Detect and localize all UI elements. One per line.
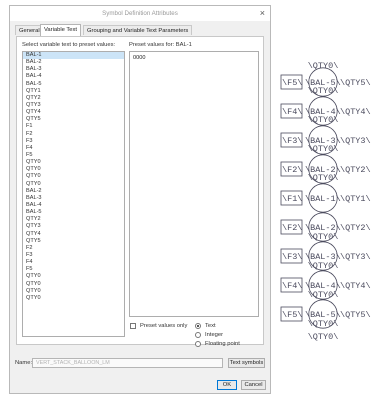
balloon-qty-label: \QTY2\ bbox=[340, 223, 371, 233]
balloon-qty-label: \QTY3\ bbox=[340, 136, 371, 146]
balloon-qty-label: \QTY1\ bbox=[340, 194, 371, 204]
flag-label: \F4\ bbox=[282, 107, 302, 117]
flag-label: \F3\ bbox=[282, 252, 302, 262]
balloon-qty-label: \QTY4\ bbox=[340, 107, 371, 117]
balloon-qty-label: \QTY3\ bbox=[340, 252, 371, 262]
flag-label: \F3\ bbox=[282, 136, 302, 146]
sub-qty-label: \QTY0\ bbox=[308, 232, 339, 242]
sub-qty-label: \QTY0\ bbox=[308, 261, 339, 271]
balloon-qty-label: \QTY5\ bbox=[340, 310, 371, 320]
bottom-qty-label: \QTY0\ bbox=[308, 332, 339, 342]
sub-qty-label: \QTY0\ bbox=[308, 290, 339, 300]
sub-qty-label: \QTY0\ bbox=[308, 144, 339, 154]
flag-label: \F5\ bbox=[282, 310, 302, 320]
sub-qty-label: \QTY0\ bbox=[308, 115, 339, 125]
sub-qty-label: \QTY0\ bbox=[308, 173, 339, 183]
balloon-stack-sketch: \QTY0\\F5\ \BAL-5\ \QTY5\\QTY0\\F4\ \BAL-4\… bbox=[280, 61, 371, 342]
balloon-qty-label: \QTY5\ bbox=[340, 78, 371, 88]
top-qty-label: \QTY0\ bbox=[308, 61, 339, 71]
flag-label: \F2\ bbox=[282, 165, 302, 175]
flag-label: \F1\ bbox=[282, 194, 302, 204]
flag-label: \F2\ bbox=[282, 223, 302, 233]
flag-label: \F4\ bbox=[282, 281, 302, 291]
balloon-qty-label: \QTY4\ bbox=[340, 281, 371, 291]
flag-label: \F5\ bbox=[282, 78, 302, 88]
balloon-label: \BAL-1\ bbox=[305, 194, 341, 204]
sub-qty-label: \QTY0\ bbox=[308, 319, 339, 329]
balloon-qty-label: \QTY2\ bbox=[340, 165, 371, 175]
sub-qty-label: \QTY0\ bbox=[308, 86, 339, 96]
